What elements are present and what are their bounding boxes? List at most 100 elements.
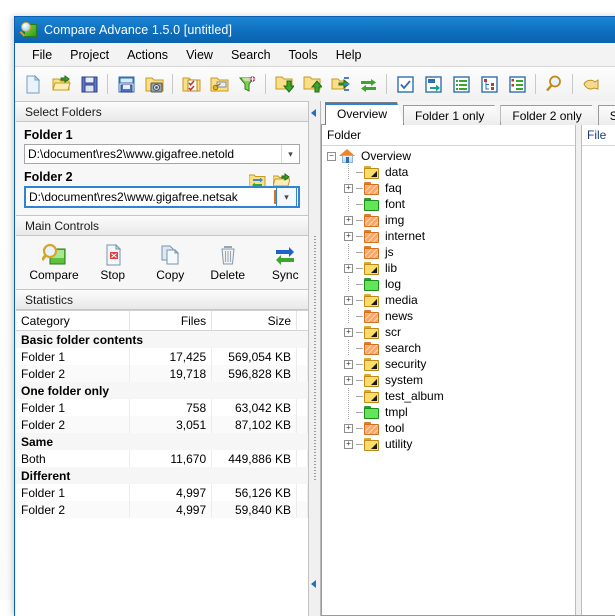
statistics-row[interactable]: Folder 1 4,997 56,126 KB (16, 484, 308, 501)
column-header-file[interactable]: File (582, 125, 615, 146)
statistics-group-row[interactable]: Same (16, 433, 308, 450)
tree-file-splitter[interactable] (575, 125, 582, 615)
copy-left-icon[interactable] (298, 70, 326, 98)
column-header-category[interactable]: Category (16, 311, 131, 331)
save-report-icon[interactable] (112, 70, 140, 98)
expand-node-icon[interactable]: + (344, 359, 353, 369)
expand-node-icon[interactable]: + (344, 183, 353, 193)
folder2-combobox[interactable]: D:\document\res2\www.gigafree.netsak ▾ (24, 186, 300, 208)
chevron-down-icon[interactable]: ▾ (276, 187, 297, 207)
splitter-collapse-arrow-down-icon[interactable] (311, 580, 316, 588)
tree-node[interactable]: + tool (322, 420, 575, 436)
tab-folder-2-only[interactable]: Folder 2 only (500, 105, 598, 125)
tree-node[interactable]: + security (322, 356, 575, 372)
tree-node-label: js (385, 245, 394, 259)
check-all-icon[interactable] (391, 70, 419, 98)
copy-down-icon[interactable] (270, 70, 298, 98)
column-header-folder[interactable]: Folder (322, 125, 575, 146)
statistics-group-row[interactable]: Basic folder contents (16, 330, 308, 348)
tab-same[interactable]: Same (598, 105, 615, 125)
tree-line-dash (356, 251, 363, 253)
folder1-combobox[interactable]: D:\document\res2\www.gigafree.netold ▾ (24, 144, 300, 164)
folder-properties-icon[interactable] (205, 70, 233, 98)
tree-node[interactable]: test_album (322, 388, 575, 404)
menu-item-tools[interactable]: Tools (280, 45, 327, 65)
statistics-row[interactable]: Folder 2 19,718 596,828 KB (16, 365, 308, 382)
tree-node[interactable]: + media (322, 292, 575, 308)
expand-node-icon[interactable]: + (344, 263, 353, 273)
file-list[interactable] (582, 146, 615, 615)
expand-node-icon[interactable]: + (344, 231, 353, 241)
copy-right-icon[interactable] (326, 70, 354, 98)
tree-node[interactable]: tmpl (322, 404, 575, 420)
statistics-row[interactable]: Folder 2 3,051 87,102 KB (16, 416, 308, 433)
select-checked-folder-icon[interactable] (177, 70, 205, 98)
expand-node-icon[interactable]: + (344, 423, 353, 433)
expand-node-icon[interactable]: + (344, 439, 353, 449)
statistics-row[interactable]: Folder 1 758 63,042 KB (16, 399, 308, 416)
split-view-icon[interactable] (503, 70, 531, 98)
menu-item-view[interactable]: View (177, 45, 222, 65)
statistics-row[interactable]: Folder 2 4,997 59,840 KB (16, 501, 308, 518)
menu-item-actions[interactable]: Actions (118, 45, 177, 65)
panel-splitter[interactable] (309, 101, 321, 616)
search-icon[interactable] (540, 70, 568, 98)
tree-node[interactable]: + utility (322, 436, 575, 452)
list-view-icon[interactable] (447, 70, 475, 98)
tree-node[interactable]: + system (322, 372, 575, 388)
new-project-icon[interactable] (19, 70, 47, 98)
sync-folders-icon[interactable] (354, 70, 382, 98)
tree-node[interactable]: data (322, 164, 575, 180)
folder-yellow-icon (364, 293, 380, 307)
menu-item-project[interactable]: Project (61, 45, 118, 65)
tab-overview[interactable]: Overview (325, 102, 404, 125)
tree-root-node[interactable]: − Overview (322, 148, 575, 164)
folder2-value[interactable]: D:\document\res2\www.gigafree.netsak (26, 190, 274, 204)
tree-node[interactable]: + img (322, 212, 575, 228)
filter-icon[interactable] (233, 70, 261, 98)
tree-node[interactable]: js (322, 244, 575, 260)
tab-folder-1-only[interactable]: Folder 1 only (403, 105, 501, 125)
goto-icon[interactable] (419, 70, 447, 98)
compare-button[interactable]: Compare (29, 241, 79, 285)
splitter-collapse-arrow-up-icon[interactable] (311, 109, 316, 117)
column-header-size[interactable]: Size (211, 311, 297, 331)
statistics-group-row[interactable]: Different (16, 467, 308, 484)
menu-item-file[interactable]: File (23, 45, 61, 65)
tree-node[interactable]: + internet (322, 228, 575, 244)
statistics-row[interactable]: Both 11,670 449,886 KB (16, 450, 308, 467)
save-project-icon[interactable] (75, 70, 103, 98)
folder-green-icon (364, 405, 380, 419)
tree-node[interactable]: + scr (322, 324, 575, 340)
stop-button[interactable]: Stop (90, 241, 136, 285)
sync-button[interactable]: Sync (263, 241, 309, 285)
expand-node-icon[interactable]: + (344, 295, 353, 305)
statistics-table-container[interactable]: Category Files Size Basic folder content… (16, 310, 308, 616)
toolbar (15, 67, 615, 102)
collapse-node-icon[interactable]: − (327, 151, 336, 161)
chevron-down-icon[interactable]: ▾ (281, 145, 299, 163)
tree-node[interactable]: font (322, 196, 575, 212)
copy-button[interactable]: Copy (148, 241, 194, 285)
column-header-files[interactable]: Files (129, 311, 213, 331)
tree-node[interactable]: search (322, 340, 575, 356)
tree-line-dash (356, 379, 363, 381)
delete-button[interactable]: Delete (205, 241, 251, 285)
folder-tree[interactable]: − Overview data + faq font + img + internet js + lib… (322, 146, 575, 615)
expand-node-icon[interactable]: + (344, 375, 353, 385)
folder-orange-icon (364, 309, 380, 323)
tree-node[interactable]: news (322, 308, 575, 324)
open-project-icon[interactable] (47, 70, 75, 98)
help-icon[interactable] (577, 70, 605, 98)
menu-item-help[interactable]: Help (327, 45, 371, 65)
tree-view-icon[interactable] (475, 70, 503, 98)
expand-node-icon[interactable]: + (344, 215, 353, 225)
tree-node[interactable]: + faq (322, 180, 575, 196)
tree-node[interactable]: log (322, 276, 575, 292)
menu-item-search[interactable]: Search (222, 45, 280, 65)
tree-node[interactable]: + lib (322, 260, 575, 276)
expand-node-icon[interactable]: + (344, 327, 353, 337)
statistics-group-row[interactable]: One folder only (16, 382, 308, 399)
snapshot-folder-icon[interactable] (140, 70, 168, 98)
statistics-row[interactable]: Folder 1 17,425 569,054 KB (16, 348, 308, 365)
